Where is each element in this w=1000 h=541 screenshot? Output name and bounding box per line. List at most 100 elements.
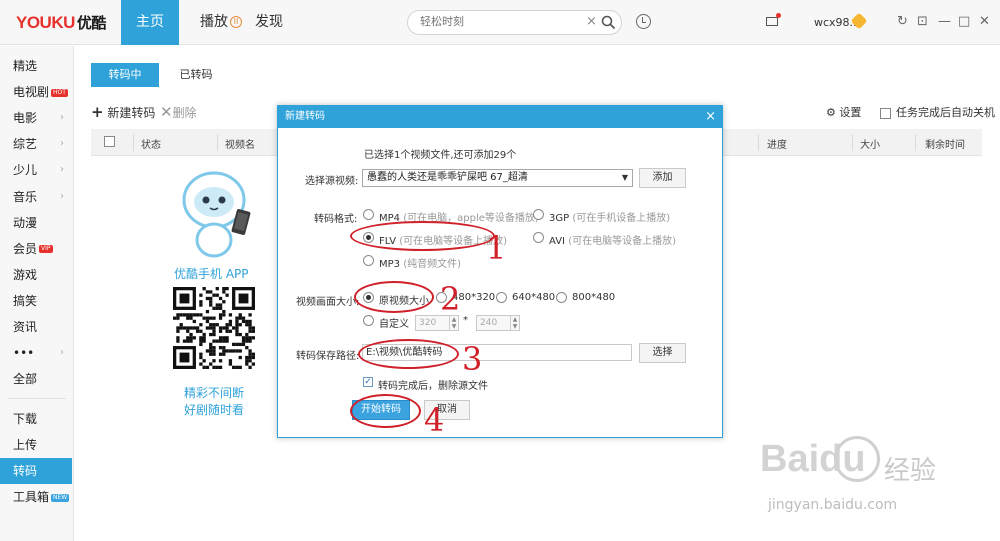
path-label: 转码保存路径: [296, 351, 360, 362]
sidebar-item[interactable]: 动漫 [0, 210, 72, 236]
qr-code-image[interactable] [173, 287, 255, 369]
close-icon[interactable]: ✕ [979, 14, 990, 29]
sidebar-item[interactable]: 少儿 › [0, 157, 72, 183]
annotation-circle [354, 281, 434, 313]
format-name: 3GP [549, 213, 570, 224]
pause-icon: II [230, 16, 242, 28]
source-video-value: 愚蠢的人类还是乖乖铲屎吧 67_超清 [367, 172, 528, 183]
sidebar-item[interactable]: 搞笑 [0, 288, 72, 314]
dialog-title: 新建转码 [278, 106, 722, 128]
sidebar-item-label: 精选 [13, 59, 38, 73]
sidebar-item[interactable]: 综艺 › [0, 131, 72, 157]
add-button[interactable]: 添加 [639, 168, 686, 188]
sidebar-item-label: 上传 [13, 438, 38, 452]
annotation-number: 2 [440, 280, 461, 318]
format-hint: (可在手机设备上播放) [572, 213, 671, 224]
sidebar-divider [8, 398, 66, 399]
search-input[interactable] [420, 15, 570, 28]
column-size[interactable]: 大小 [860, 136, 880, 151]
sidebar-item[interactable]: 工具箱 NEW [0, 484, 72, 510]
watermark-url: jingyan.baidu.com [768, 497, 898, 513]
stepper-arrows-icon[interactable]: ▲ ▼ [449, 316, 458, 330]
sidebar-item[interactable]: 电视剧 HOT [0, 79, 72, 105]
delete-source-checkbox[interactable]: ✓ [363, 377, 373, 387]
sidebar-item-label: 资讯 [13, 320, 38, 334]
sidebar-item[interactable]: 转码 [0, 458, 72, 484]
sidebar-item[interactable]: 会员 VIP [0, 236, 72, 262]
sidebar-item-label: 会员 [13, 241, 38, 256]
format-radio-avi[interactable] [533, 232, 544, 243]
tab-transcoded[interactable]: 已转码 [176, 63, 216, 87]
sidebar-item[interactable]: 下载 [0, 406, 72, 432]
auto-shutdown-label: 任务完成后自动关机 [896, 106, 995, 119]
chevron-right-icon: › [60, 164, 64, 176]
new-transcode-label: 新建转码 [107, 106, 156, 120]
gear-icon: ⚙ [826, 106, 836, 119]
auto-shutdown-checkbox[interactable] [880, 107, 891, 119]
nav-play-label: 播放 [200, 14, 228, 30]
sidebar-item[interactable]: 游戏 [0, 262, 72, 288]
size-option-custom[interactable]: 自定义 [379, 315, 409, 330]
custom-height-value: 240 [480, 318, 498, 328]
minimize-icon[interactable]: — [938, 14, 951, 29]
format-hint: (纯音频文件) [403, 259, 462, 270]
clear-icon[interactable]: × [586, 14, 597, 29]
size-radio-640x480[interactable] [496, 292, 507, 303]
nav-home[interactable]: 主页 [121, 0, 179, 45]
logo-text-cn: 优酷 [76, 15, 107, 32]
sidebar-item[interactable]: 音乐 › [0, 184, 72, 210]
column-video-name[interactable]: 视频名 [225, 136, 255, 151]
sidebar-item[interactable]: 全部 [0, 366, 72, 392]
format-radio-mp4[interactable] [363, 209, 374, 220]
choose-path-button[interactable]: 选择 [639, 343, 686, 363]
close-icon[interactable]: × [705, 106, 716, 128]
maximize-icon[interactable]: □ [958, 14, 970, 29]
column-remaining-time[interactable]: 剩余时间 [925, 136, 965, 151]
delete-button[interactable]: ✕删除 [160, 103, 197, 121]
youku-logo[interactable]: YOUKU 优酷 [16, 12, 106, 33]
format-option-3gp[interactable]: 3GP (可在手机设备上播放) [549, 209, 670, 224]
sidebar-item[interactable]: 资讯 [0, 314, 72, 340]
refresh-icon[interactable]: ↻ [897, 14, 908, 29]
source-video-select[interactable]: 愚蠢的人类还是乖乖铲屎吧 67_超清 ▼ [362, 169, 633, 187]
tab-transcoding[interactable]: 转码中 [91, 63, 159, 87]
format-radio-mp3[interactable] [363, 255, 374, 266]
settings-button[interactable]: ⚙ 设置 [826, 104, 861, 120]
annotation-circle [350, 394, 421, 428]
sidebar-item[interactable]: 精选 [0, 53, 72, 79]
size-option-640x480[interactable]: 640*480 [512, 292, 555, 303]
search-icon[interactable] [601, 15, 616, 30]
settings-label: 设置 [839, 106, 862, 119]
history-icon[interactable] [636, 14, 651, 29]
promo-slogan: 精彩不间断 [184, 386, 245, 400]
size-radio-custom[interactable] [363, 315, 374, 326]
format-radio-3gp[interactable] [533, 209, 544, 220]
column-status[interactable]: 状态 [141, 136, 161, 151]
sidebar-item-label: 动漫 [13, 215, 38, 230]
auto-shutdown-option[interactable]: 任务完成后自动关机 [880, 104, 995, 120]
mail-icon[interactable] [766, 17, 778, 26]
format-option-avi[interactable]: AVI (可在电脑等设备上播放) [549, 232, 676, 247]
logo-text: YOUKU [16, 13, 75, 32]
size-option-800x480[interactable]: 800*480 [572, 292, 615, 303]
paw-icon [834, 436, 880, 482]
nav-play[interactable]: 播放 II [196, 0, 246, 45]
app-promo-label: 优酷手机 APP [174, 267, 249, 281]
mini-mode-icon[interactable]: ⊡ [917, 14, 928, 29]
custom-height-stepper[interactable]: 240 ▲ ▼ [476, 315, 520, 331]
dropdown-icon: ▼ [621, 173, 628, 182]
plus-icon: + [91, 103, 104, 121]
format-option-mp3[interactable]: MP3 (纯音频文件) [379, 255, 461, 270]
nav-discover[interactable]: 发现 [254, 0, 284, 45]
notification-dot [776, 13, 781, 18]
select-all-checkbox[interactable] [104, 136, 115, 147]
sidebar-item[interactable]: ••• › [0, 340, 72, 366]
column-separator [133, 134, 134, 151]
stepper-arrows-icon[interactable]: ▲ ▼ [510, 316, 519, 330]
sidebar-item[interactable]: 电影 › [0, 105, 72, 131]
size-radio-800x480[interactable] [556, 292, 567, 303]
column-progress[interactable]: 进度 [767, 136, 787, 151]
new-transcode-button[interactable]: + 新建转码 [91, 103, 155, 121]
sidebar-item[interactable]: 上传 [0, 432, 72, 458]
size-label: 视频画面大小: [296, 297, 360, 308]
